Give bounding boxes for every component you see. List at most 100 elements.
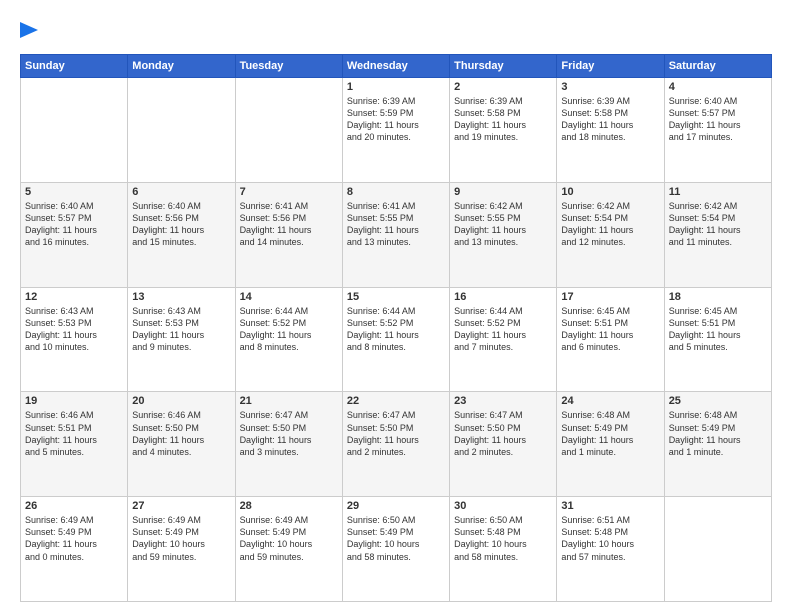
day-number: 1 <box>347 81 445 93</box>
day-number: 12 <box>25 291 123 303</box>
day-number: 6 <box>132 186 230 198</box>
empty-cell <box>664 497 771 602</box>
day-number: 11 <box>669 186 767 198</box>
week-row-5: 26 Sunrise: 6:49 AMSunset: 5:49 PMDayligh… <box>21 497 772 602</box>
day-cell-18: 18Sunrise: 6:45 AMSunset: 5:51 PMDayligh… <box>664 287 771 392</box>
day-info: Sunrise: 6:47 AMSunset: 5:50 PMDaylight:… <box>454 409 552 458</box>
day-info: Sunrise: 6:45 AMSunset: 5:51 PMDaylight:… <box>669 305 767 354</box>
day-cell-12: 12 Sunrise: 6:43 AMSunset: 5:53 PMDayligh… <box>21 287 128 392</box>
day-number: 21 <box>240 395 338 407</box>
header <box>20 16 772 44</box>
day-info: Sunrise: 6:45 AMSunset: 5:51 PMDaylight:… <box>561 305 659 354</box>
day-info: Sunrise: 6:40 AMSunset: 5:56 PMDaylight:… <box>132 200 230 249</box>
day-number: 22 <box>347 395 445 407</box>
weekday-header-tuesday: Tuesday <box>235 55 342 78</box>
day-cell-16: 16 Sunrise: 6:44 AMSunset: 5:52 PMDayligh… <box>450 287 557 392</box>
week-row-1: 1Sunrise: 6:39 AMSunset: 5:59 PMDaylight… <box>21 78 772 183</box>
day-cell-25: 25 Sunrise: 6:48 AMSunset: 5:49 PMDayligh… <box>664 392 771 497</box>
weekday-header-row: SundayMondayTuesdayWednesdayThursdayFrid… <box>21 55 772 78</box>
day-number: 13 <box>132 291 230 303</box>
day-cell-22: 22 Sunrise: 6:47 AMSunset: 5:50 PMDayligh… <box>342 392 449 497</box>
day-number: 8 <box>347 186 445 198</box>
day-info: Sunrise: 6:49 AMSunset: 5:49 PMDaylight:… <box>240 514 338 563</box>
day-info: Sunrise: 6:39 AMSunset: 5:58 PMDaylight:… <box>561 95 659 144</box>
day-cell-23: 23 Sunrise: 6:47 AMSunset: 5:50 PMDayligh… <box>450 392 557 497</box>
day-cell-13: 13 Sunrise: 6:43 AMSunset: 5:53 PMDayligh… <box>128 287 235 392</box>
day-cell-27: 27 Sunrise: 6:49 AMSunset: 5:49 PMDayligh… <box>128 497 235 602</box>
day-number: 4 <box>669 81 767 93</box>
weekday-header-wednesday: Wednesday <box>342 55 449 78</box>
day-number: 23 <box>454 395 552 407</box>
day-info: Sunrise: 6:47 AMSunset: 5:50 PMDaylight:… <box>347 409 445 458</box>
day-cell-20: 20 Sunrise: 6:46 AMSunset: 5:50 PMDayligh… <box>128 392 235 497</box>
day-info: Sunrise: 6:50 AMSunset: 5:49 PMDaylight:… <box>347 514 445 563</box>
day-info: Sunrise: 6:48 AMSunset: 5:49 PMDaylight:… <box>561 409 659 458</box>
calendar-table: SundayMondayTuesdayWednesdayThursdayFrid… <box>20 54 772 602</box>
day-number: 26 <box>25 500 123 512</box>
weekday-header-thursday: Thursday <box>450 55 557 78</box>
week-row-4: 19Sunrise: 6:46 AMSunset: 5:51 PMDayligh… <box>21 392 772 497</box>
day-cell-24: 24 Sunrise: 6:48 AMSunset: 5:49 PMDayligh… <box>557 392 664 497</box>
weekday-header-saturday: Saturday <box>664 55 771 78</box>
day-cell-28: 28 Sunrise: 6:49 AMSunset: 5:49 PMDayligh… <box>235 497 342 602</box>
day-cell-31: 31Sunrise: 6:51 AMSunset: 5:48 PMDayligh… <box>557 497 664 602</box>
day-cell-21: 21 Sunrise: 6:47 AMSunset: 5:50 PMDayligh… <box>235 392 342 497</box>
day-info: Sunrise: 6:40 AMSunset: 5:57 PMDaylight:… <box>669 95 767 144</box>
day-info: Sunrise: 6:44 AMSunset: 5:52 PMDaylight:… <box>240 305 338 354</box>
day-info: Sunrise: 6:43 AMSunset: 5:53 PMDaylight:… <box>25 305 123 354</box>
day-number: 3 <box>561 81 659 93</box>
day-info: Sunrise: 6:49 AMSunset: 5:49 PMDaylight:… <box>25 514 123 563</box>
logo-arrow-icon <box>20 16 38 44</box>
day-info: Sunrise: 6:46 AMSunset: 5:51 PMDaylight:… <box>25 409 123 458</box>
day-number: 25 <box>669 395 767 407</box>
day-cell-19: 19Sunrise: 6:46 AMSunset: 5:51 PMDayligh… <box>21 392 128 497</box>
day-cell-11: 11Sunrise: 6:42 AMSunset: 5:54 PMDayligh… <box>664 182 771 287</box>
day-number: 2 <box>454 81 552 93</box>
day-info: Sunrise: 6:44 AMSunset: 5:52 PMDaylight:… <box>454 305 552 354</box>
day-info: Sunrise: 6:50 AMSunset: 5:48 PMDaylight:… <box>454 514 552 563</box>
day-cell-30: 30Sunrise: 6:50 AMSunset: 5:48 PMDayligh… <box>450 497 557 602</box>
day-cell-10: 10 Sunrise: 6:42 AMSunset: 5:54 PMDayligh… <box>557 182 664 287</box>
day-cell-26: 26 Sunrise: 6:49 AMSunset: 5:49 PMDayligh… <box>21 497 128 602</box>
day-number: 17 <box>561 291 659 303</box>
day-number: 16 <box>454 291 552 303</box>
day-cell-1: 1Sunrise: 6:39 AMSunset: 5:59 PMDaylight… <box>342 78 449 183</box>
day-info: Sunrise: 6:41 AMSunset: 5:56 PMDaylight:… <box>240 200 338 249</box>
weekday-header-monday: Monday <box>128 55 235 78</box>
day-info: Sunrise: 6:49 AMSunset: 5:49 PMDaylight:… <box>132 514 230 563</box>
empty-cell <box>21 78 128 183</box>
day-number: 10 <box>561 186 659 198</box>
day-cell-4: 4 Sunrise: 6:40 AMSunset: 5:57 PMDaylight… <box>664 78 771 183</box>
day-number: 27 <box>132 500 230 512</box>
day-cell-2: 2Sunrise: 6:39 AMSunset: 5:58 PMDaylight… <box>450 78 557 183</box>
day-number: 9 <box>454 186 552 198</box>
day-number: 5 <box>25 186 123 198</box>
day-number: 29 <box>347 500 445 512</box>
weekday-header-friday: Friday <box>557 55 664 78</box>
empty-cell <box>235 78 342 183</box>
day-cell-14: 14Sunrise: 6:44 AMSunset: 5:52 PMDayligh… <box>235 287 342 392</box>
weekday-header-sunday: Sunday <box>21 55 128 78</box>
day-number: 20 <box>132 395 230 407</box>
day-number: 7 <box>240 186 338 198</box>
day-number: 28 <box>240 500 338 512</box>
week-row-3: 12 Sunrise: 6:43 AMSunset: 5:53 PMDayligh… <box>21 287 772 392</box>
page: SundayMondayTuesdayWednesdayThursdayFrid… <box>0 0 792 612</box>
day-info: Sunrise: 6:46 AMSunset: 5:50 PMDaylight:… <box>132 409 230 458</box>
day-info: Sunrise: 6:42 AMSunset: 5:55 PMDaylight:… <box>454 200 552 249</box>
day-cell-17: 17 Sunrise: 6:45 AMSunset: 5:51 PMDayligh… <box>557 287 664 392</box>
empty-cell <box>128 78 235 183</box>
day-number: 15 <box>347 291 445 303</box>
day-info: Sunrise: 6:41 AMSunset: 5:55 PMDaylight:… <box>347 200 445 249</box>
day-info: Sunrise: 6:43 AMSunset: 5:53 PMDaylight:… <box>132 305 230 354</box>
day-cell-9: 9 Sunrise: 6:42 AMSunset: 5:55 PMDaylight… <box>450 182 557 287</box>
day-cell-6: 6 Sunrise: 6:40 AMSunset: 5:56 PMDaylight… <box>128 182 235 287</box>
day-number: 24 <box>561 395 659 407</box>
day-cell-29: 29 Sunrise: 6:50 AMSunset: 5:49 PMDayligh… <box>342 497 449 602</box>
day-info: Sunrise: 6:48 AMSunset: 5:49 PMDaylight:… <box>669 409 767 458</box>
day-info: Sunrise: 6:42 AMSunset: 5:54 PMDaylight:… <box>561 200 659 249</box>
day-cell-7: 7 Sunrise: 6:41 AMSunset: 5:56 PMDaylight… <box>235 182 342 287</box>
day-info: Sunrise: 6:51 AMSunset: 5:48 PMDaylight:… <box>561 514 659 563</box>
day-info: Sunrise: 6:47 AMSunset: 5:50 PMDaylight:… <box>240 409 338 458</box>
day-cell-15: 15Sunrise: 6:44 AMSunset: 5:52 PMDayligh… <box>342 287 449 392</box>
